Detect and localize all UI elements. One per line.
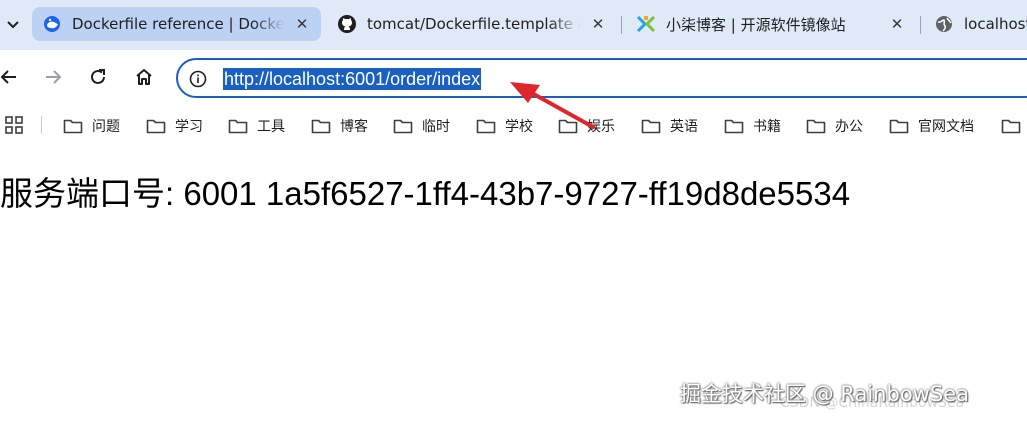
folder-icon: [228, 118, 248, 134]
reload-icon[interactable]: [83, 62, 113, 92]
bookmark-folder-item[interactable]: 娱乐: [558, 115, 615, 137]
bookmark-folder-item[interactable]: 英语: [641, 115, 698, 137]
close-icon[interactable]: ✕: [587, 13, 609, 35]
bookmark-folder-item[interactable]: 学校: [476, 115, 533, 137]
bookmark-label: 英语: [670, 119, 698, 135]
navigation-toolbar: http://localhost:6001/order/index: [0, 50, 1027, 107]
tab-dockerfile-reference[interactable]: Dockerfile reference | Docker Docs ✕: [32, 7, 321, 41]
bookmark-label: 书籍: [753, 119, 781, 135]
bookmark-label: 临时: [422, 119, 450, 135]
tab-divider: [920, 16, 921, 34]
close-icon[interactable]: ✕: [886, 13, 908, 35]
bookmark-folder-item[interactable]: 临时: [393, 115, 450, 137]
bookmarks-divider: [41, 116, 42, 134]
folder-icon: [63, 118, 83, 134]
bookmark-label: 问题: [92, 119, 120, 135]
tab-tomcat-dockerfile[interactable]: tomcat/Dockerfile.template at master ✕: [327, 7, 617, 41]
bookmark-folder-item[interactable]: 问题: [63, 115, 120, 137]
xiaoqi-logo-icon: [636, 14, 656, 34]
tab-title: 小柒博客 | 开源软件镜像站: [666, 15, 846, 34]
info-icon[interactable]: [188, 69, 208, 89]
tab-search-chevron-icon[interactable]: [0, 10, 26, 40]
bookmark-folder-item[interactable]: [1001, 115, 1027, 137]
service-port-text: 服务端口号: 6001 1a5f6527-1ff4-43b7-9727-ff19…: [0, 175, 851, 212]
page-content: 服务端口号: 6001 1a5f6527-1ff4-43b7-9727-ff19…: [0, 145, 1027, 421]
github-icon: [337, 14, 357, 34]
folder-icon: [393, 118, 413, 134]
folder-icon: [724, 118, 744, 134]
folder-icon: [558, 118, 578, 134]
bookmark-folder-item[interactable]: 书籍: [724, 115, 781, 137]
tab-strip: Dockerfile reference | Docker Docs ✕ tom…: [0, 0, 1027, 50]
folder-icon: [311, 118, 331, 134]
bookmark-label: 学习: [175, 119, 203, 135]
bookmark-folder-item[interactable]: 办公: [806, 115, 863, 137]
bookmark-label: 工具: [257, 119, 285, 135]
bookmark-label: 博客: [340, 119, 368, 135]
tab-title: Dockerfile reference | Docker Docs: [72, 15, 285, 33]
folder-icon: [889, 118, 909, 134]
tab-divider: [621, 16, 622, 34]
bookmark-label: 办公: [835, 119, 863, 135]
globe-icon: [934, 14, 954, 34]
tab-title: localhost: [964, 15, 1027, 33]
folder-icon: [641, 118, 661, 134]
tab-title: tomcat/Dockerfile.template at master: [367, 15, 581, 33]
bookmark-label: 官网文档: [918, 119, 974, 135]
docker-docs-icon: [42, 14, 62, 34]
bookmark-folder-item[interactable]: 工具: [228, 115, 285, 137]
folder-icon: [476, 118, 496, 134]
home-icon[interactable]: [129, 62, 159, 92]
bookmark-label: 学校: [505, 119, 533, 135]
bookmark-folder-item[interactable]: 官网文档: [889, 115, 974, 137]
back-arrow-icon[interactable]: [0, 62, 24, 92]
juejin-watermark: 掘金技术社区 @ RainbowSea: [680, 382, 969, 406]
tab-xiaoqi-blog[interactable]: 小柒博客 | 开源软件镜像站 ✕: [626, 7, 916, 41]
folder-icon: [146, 118, 166, 134]
folder-icon: [1001, 118, 1021, 134]
close-icon[interactable]: ✕: [291, 13, 313, 35]
apps-grid-icon[interactable]: [5, 116, 23, 134]
folder-icon: [806, 118, 826, 134]
address-bar[interactable]: http://localhost:6001/order/index: [176, 58, 1027, 98]
bookmark-folder-item[interactable]: 学习: [146, 115, 203, 137]
bookmark-folder-item[interactable]: 博客: [311, 115, 368, 137]
url-text[interactable]: http://localhost:6001/order/index: [223, 68, 482, 90]
tab-localhost[interactable]: localhost: [924, 7, 1027, 41]
forward-arrow-icon[interactable]: [38, 62, 68, 92]
bookmarks-bar: 问题 学习 工具 博客 临时 学校 娱乐 英语 书籍 办公 官网文档: [0, 107, 1027, 145]
bookmark-label: 娱乐: [587, 119, 615, 135]
